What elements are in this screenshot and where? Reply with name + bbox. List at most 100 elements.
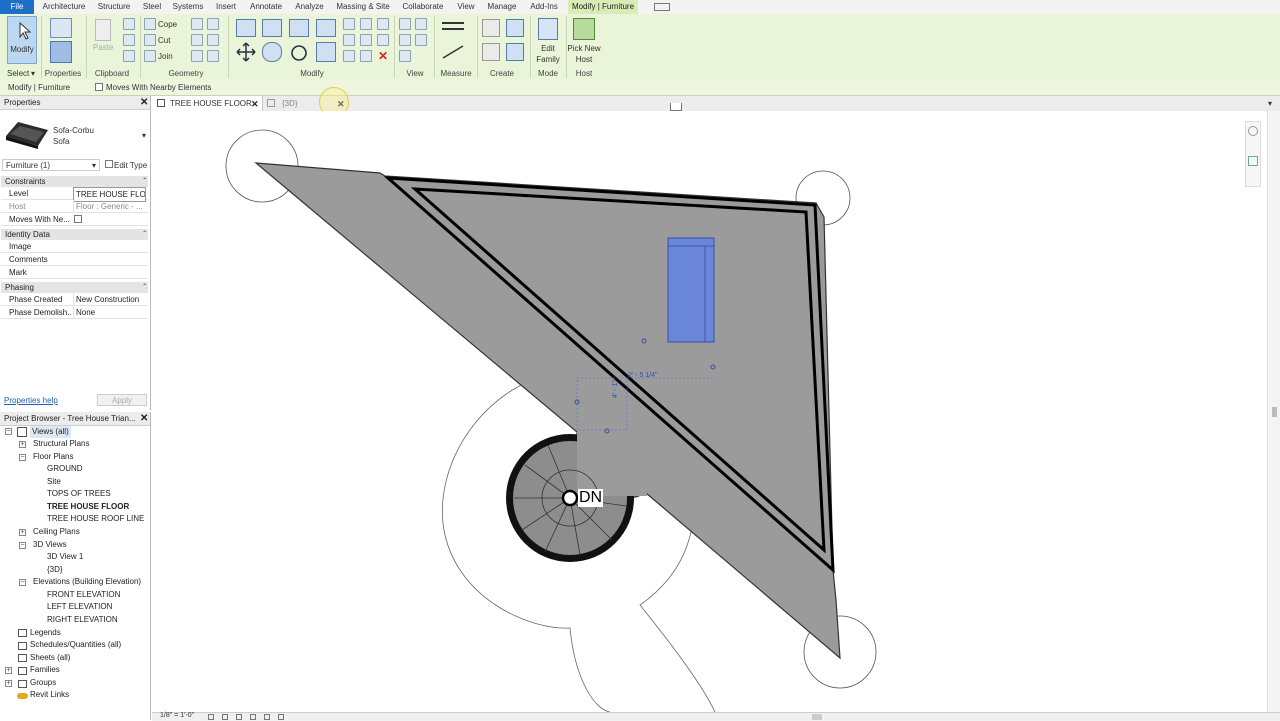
- copy-icon[interactable]: [123, 18, 135, 30]
- geometry-tool-icon[interactable]: [191, 18, 203, 30]
- moves-with-nearby-checkbox[interactable]: [95, 83, 103, 91]
- cut-button[interactable]: Cut: [158, 36, 170, 45]
- close-icon[interactable]: ✕: [251, 99, 259, 109]
- tree-families[interactable]: Families: [30, 664, 60, 676]
- select-dropdown[interactable]: Select: [7, 69, 29, 78]
- paint-icon[interactable]: [399, 34, 411, 46]
- tree-elevation-item[interactable]: LEFT ELEVATION: [47, 601, 112, 613]
- delete-icon[interactable]: ✕: [377, 50, 389, 62]
- collapse-toggle[interactable]: −: [5, 428, 12, 435]
- shadows-icon[interactable]: [250, 714, 256, 720]
- edit-type-icon[interactable]: [105, 160, 113, 168]
- create-similar-icon[interactable]: [506, 43, 524, 61]
- zoom-icon[interactable]: [1248, 156, 1258, 166]
- chevron-down-icon[interactable]: ▾: [1268, 99, 1272, 108]
- menu-manage[interactable]: Manage: [484, 0, 520, 14]
- unpin-icon[interactable]: [377, 18, 389, 30]
- match-type-icon[interactable]: [123, 50, 135, 62]
- chevron-down-icon[interactable]: ▾: [142, 131, 146, 140]
- expand-toggle[interactable]: +: [5, 680, 12, 687]
- move-icon[interactable]: [236, 42, 256, 62]
- linework-icon[interactable]: [399, 50, 411, 62]
- instance-selector[interactable]: Furniture (1) ▾: [2, 159, 100, 171]
- menu-file[interactable]: File: [0, 0, 34, 14]
- tree-3d-views[interactable]: 3D Views: [33, 539, 67, 551]
- tree-floor-plan-item[interactable]: Site: [47, 476, 61, 488]
- type-properties-icon[interactable]: [50, 41, 72, 63]
- moves-with-nearby-prop-checkbox[interactable]: [74, 215, 82, 223]
- identity-group[interactable]: Identity Data ˆ: [1, 229, 148, 240]
- tree-ceiling-plans[interactable]: Ceiling Plans: [33, 526, 80, 538]
- menu-steel[interactable]: Steel: [139, 0, 165, 14]
- geometry-tool-icon[interactable]: [207, 18, 219, 30]
- edit-family-icon[interactable]: [538, 18, 558, 40]
- tree-floor-plan-item[interactable]: GROUND: [47, 463, 83, 475]
- vertical-scrollbar[interactable]: [1267, 111, 1280, 712]
- trim-icon[interactable]: [316, 42, 336, 62]
- mirror-draw-icon[interactable]: [316, 19, 336, 37]
- steering-wheel-icon[interactable]: [1248, 126, 1258, 136]
- create-group-icon[interactable]: [482, 43, 500, 61]
- tree-groups[interactable]: Groups: [30, 677, 56, 689]
- collapse-toggle[interactable]: −: [19, 579, 26, 586]
- pick-new-host-button[interactable]: Pick New Host: [566, 43, 602, 65]
- menu-massing-site[interactable]: Massing & Site: [333, 0, 393, 14]
- offset-icon[interactable]: [262, 19, 282, 37]
- menu-annotate[interactable]: Annotate: [246, 0, 286, 14]
- tree-floor-plan-item[interactable]: TOPS OF TREES: [47, 488, 111, 500]
- properties-help-link[interactable]: Properties help: [4, 396, 58, 405]
- crop-view-icon[interactable]: [264, 714, 270, 720]
- apply-button[interactable]: Apply: [97, 394, 147, 406]
- tree-views-all[interactable]: Views (all): [30, 426, 71, 438]
- join-icon[interactable]: [144, 50, 156, 62]
- split-icon[interactable]: [343, 18, 355, 30]
- dimension-icon[interactable]: [442, 45, 464, 59]
- line-weight-icon[interactable]: [415, 34, 427, 46]
- tree-legends[interactable]: Legends: [30, 627, 61, 639]
- pin-icon[interactable]: [360, 18, 372, 30]
- menu-insert[interactable]: Insert: [212, 0, 240, 14]
- menu-systems[interactable]: Systems: [170, 0, 206, 14]
- join-button[interactable]: Join: [158, 52, 173, 61]
- scroll-thumb[interactable]: [1272, 407, 1277, 417]
- geometry-tool-icon[interactable]: [207, 50, 219, 62]
- menu-view[interactable]: View: [453, 0, 479, 14]
- tree-floor-plan-item[interactable]: TREE HOUSE ROOF LINE: [47, 513, 144, 525]
- array-icon[interactable]: [343, 34, 355, 46]
- visual-style-icon[interactable]: [222, 714, 228, 720]
- menu-modify-furniture[interactable]: Modify | Furniture: [568, 0, 638, 14]
- trim-extend-icon[interactable]: [377, 34, 389, 46]
- tree-floor-plans[interactable]: Floor Plans: [33, 451, 73, 463]
- tree-3d-view-item[interactable]: 3D View 1: [47, 551, 83, 563]
- create-assembly-icon[interactable]: [482, 19, 500, 37]
- cope-button[interactable]: Cope: [158, 20, 177, 29]
- tab-tree-house-floor[interactable]: TREE HOUSE FLOOR ✕: [152, 96, 263, 111]
- tree-structural-plans[interactable]: Structural Plans: [33, 438, 89, 450]
- pick-new-host-icon[interactable]: [573, 18, 595, 40]
- collapse-toggle[interactable]: −: [19, 542, 26, 549]
- sun-path-icon[interactable]: [236, 714, 242, 720]
- tree-revit-links[interactable]: Revit Links: [30, 689, 69, 701]
- constraints-group[interactable]: Constraints ˆ: [1, 176, 148, 187]
- tree-elevation-item[interactable]: RIGHT ELEVATION: [47, 614, 118, 626]
- scale-icon[interactable]: [360, 34, 372, 46]
- tree-elevation-item[interactable]: FRONT ELEVATION: [47, 589, 120, 601]
- menu-architecture[interactable]: Architecture: [40, 0, 88, 14]
- rotate-icon[interactable]: [289, 42, 309, 62]
- edit-type-button[interactable]: Edit Type: [114, 161, 147, 170]
- expand-toggle[interactable]: +: [19, 529, 26, 536]
- paste-button[interactable]: Paste: [93, 43, 113, 52]
- menu-add-ins[interactable]: Add-Ins: [526, 0, 562, 14]
- geometry-tool-icon[interactable]: [191, 34, 203, 46]
- lock-icon[interactable]: [360, 50, 372, 62]
- create-parts-icon[interactable]: [506, 19, 524, 37]
- drawing-canvas[interactable]: 2' - 5 1/4" 4' - 1" DN: [152, 103, 1267, 713]
- view-scale[interactable]: 1/8" = 1'-0": [160, 712, 194, 719]
- geometry-tool-icon[interactable]: [207, 34, 219, 46]
- tree-3d-view-item[interactable]: {3D}: [47, 564, 63, 576]
- tree-schedules[interactable]: Schedules/Quantities (all): [30, 639, 121, 651]
- geometry-tool-icon[interactable]: [191, 50, 203, 62]
- phasing-group[interactable]: Phasing ˆ: [1, 282, 148, 293]
- temp-dimension-vertical[interactable]: 4' - 1": [612, 380, 619, 398]
- selected-sofa[interactable]: [667, 237, 715, 343]
